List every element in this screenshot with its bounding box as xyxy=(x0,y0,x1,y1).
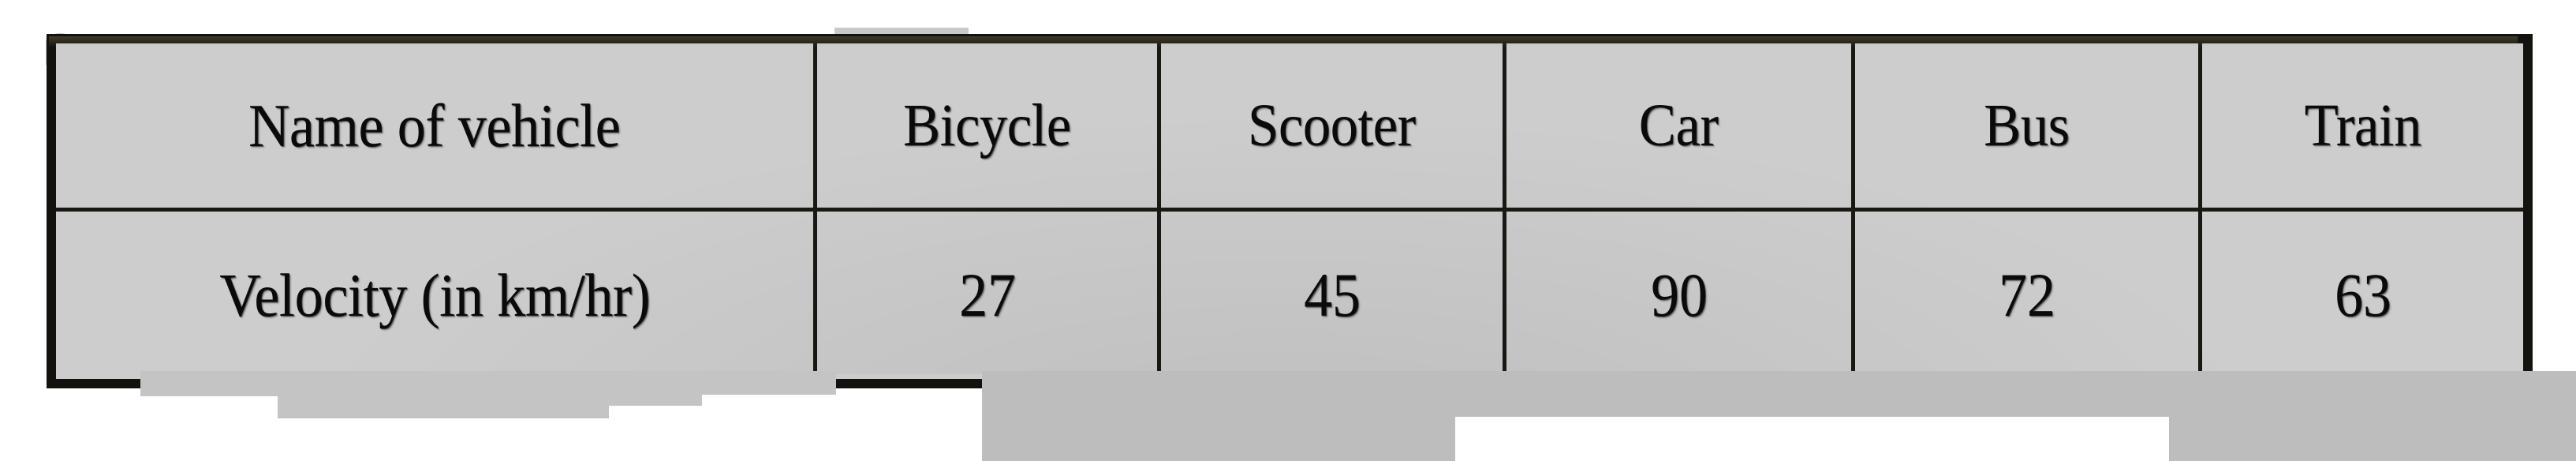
column-header-text: Bicycle xyxy=(903,92,1071,159)
column-header-scooter: Scooter xyxy=(1157,38,1506,212)
data-table-container: Name of vehicle Bicycle Scooter Car Bus xyxy=(49,36,2530,386)
row-label-name-of-vehicle: Name of vehicle xyxy=(50,38,817,212)
row-label-text: Name of vehicle xyxy=(248,91,621,159)
value-cell-bicycle: 27 xyxy=(813,208,1161,384)
row-label-velocity: Velocity (in km/hr) xyxy=(50,208,817,384)
column-header-train: Train xyxy=(2198,38,2529,212)
table-row-velocities: Velocity (in km/hr) 27 45 90 72 63 xyxy=(50,208,2529,384)
column-header-text: Car xyxy=(1639,92,1719,159)
value-cell-train: 63 xyxy=(2198,208,2529,384)
value-text: 90 xyxy=(1650,260,1708,329)
column-header-bus: Bus xyxy=(1851,38,2202,212)
column-header-car: Car xyxy=(1503,38,1855,212)
value-text: 63 xyxy=(2334,260,2391,329)
value-text: 45 xyxy=(1303,260,1361,329)
column-header-text: Bus xyxy=(1984,92,2070,159)
row-label-text: Velocity (in km/hr) xyxy=(219,260,650,329)
value-cell-car: 90 xyxy=(1503,208,1855,384)
scanned-page: Name of vehicle Bicycle Scooter Car Bus xyxy=(0,0,2576,461)
value-cell-scooter: 45 xyxy=(1157,208,1506,384)
value-cell-bus: 72 xyxy=(1851,208,2202,384)
value-text: 27 xyxy=(958,260,1016,329)
table-row-vehicle-names: Name of vehicle Bicycle Scooter Car Bus xyxy=(50,38,2529,212)
vehicle-velocity-table: Name of vehicle Bicycle Scooter Car Bus xyxy=(49,36,2530,386)
column-header-text: Scooter xyxy=(1248,92,1416,159)
value-text: 72 xyxy=(1998,260,2055,329)
column-header-text: Train xyxy=(2304,92,2421,159)
column-header-bicycle: Bicycle xyxy=(813,38,1161,212)
